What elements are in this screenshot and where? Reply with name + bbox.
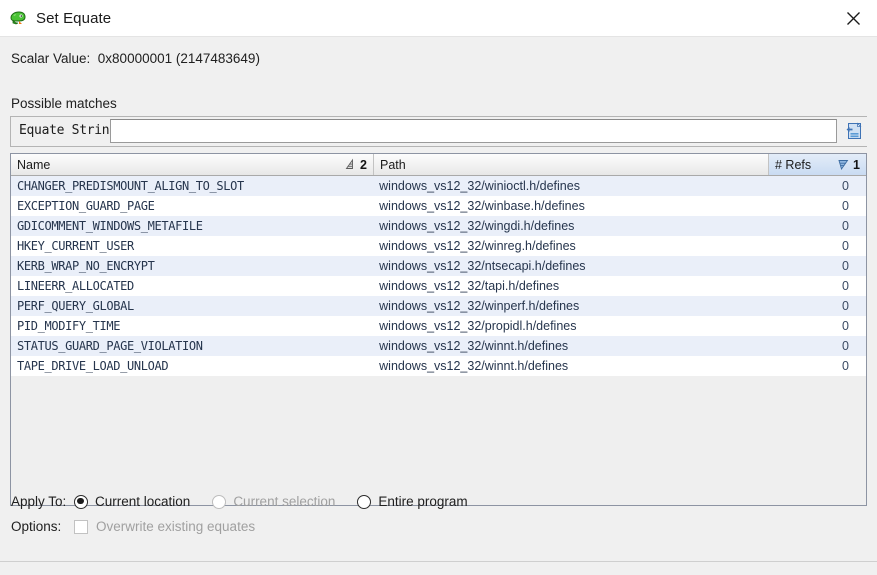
cell-path: windows_vs12_32/winperf.h/defines <box>373 296 767 316</box>
cell-path: windows_vs12_32/winnt.h/defines <box>373 336 767 356</box>
sort-order-number-name: 2 <box>360 158 367 172</box>
checkbox-overwrite-mark <box>74 520 88 534</box>
apply-to-row: Apply To: Current location Current selec… <box>11 494 490 509</box>
cell-name: CHANGER_PREDISMOUNT_ALIGN_TO_SLOT <box>11 176 373 196</box>
column-sort-indicator-name: 2 <box>344 154 367 175</box>
column-header-name-label: Name <box>17 158 50 172</box>
cell-name: STATUS_GUARD_PAGE_VIOLATION <box>11 336 373 356</box>
cell-name: HKEY_CURRENT_USER <box>11 236 373 256</box>
possible-matches-table[interactable]: Name 2 Path # Refs <box>10 153 867 506</box>
cell-path: windows_vs12_32/winreg.h/defines <box>373 236 767 256</box>
apply-to-label: Apply To: <box>11 494 74 509</box>
cell-name: LINEERR_ALLOCATED <box>11 276 373 296</box>
cell-refs: 0 <box>767 256 866 276</box>
checkbox-overwrite-label: Overwrite existing equates <box>96 519 255 534</box>
footer-button-bar <box>0 562 877 575</box>
table-body: CHANGER_PREDISMOUNT_ALIGN_TO_SLOTwindows… <box>11 176 866 376</box>
cell-name: EXCEPTION_GUARD_PAGE <box>11 196 373 216</box>
equate-string-label: Equate String: <box>19 123 124 138</box>
table-row[interactable]: CHANGER_PREDISMOUNT_ALIGN_TO_SLOTwindows… <box>11 176 866 196</box>
cell-refs: 0 <box>767 296 866 316</box>
cell-path: windows_vs12_32/propidl.h/defines <box>373 316 767 336</box>
close-icon <box>846 11 861 26</box>
radio-current-location-label: Current location <box>95 494 190 509</box>
column-header-refs[interactable]: # Refs 1 <box>769 154 866 175</box>
column-header-path-label: Path <box>380 158 406 172</box>
cell-path: windows_vs12_32/ntsecapi.h/defines <box>373 256 767 276</box>
radio-entire-program[interactable]: Entire program <box>357 494 467 509</box>
table-row[interactable]: TAPE_DRIVE_LOAD_UNLOADwindows_vs12_32/wi… <box>11 356 866 376</box>
table-row[interactable]: PERF_QUERY_GLOBALwindows_vs12_32/winperf… <box>11 296 866 316</box>
possible-matches-label: Possible matches <box>11 96 117 111</box>
column-header-refs-label: # Refs <box>775 158 811 172</box>
cell-name: GDICOMMENT_WINDOWS_METAFILE <box>11 216 373 236</box>
cell-refs: 0 <box>767 216 866 236</box>
cell-refs: 0 <box>767 336 866 356</box>
dialog-content: Scalar Value: 0x80000001 (2147483649) Po… <box>0 36 877 575</box>
cell-refs: 0 <box>767 196 866 216</box>
ghidra-dragon-icon <box>9 9 27 27</box>
cell-path: windows_vs12_32/winbase.h/defines <box>373 196 767 216</box>
cell-path: windows_vs12_32/winioctl.h/defines <box>373 176 767 196</box>
radio-current-location[interactable]: Current location <box>74 494 190 509</box>
cell-path: windows_vs12_32/wingdi.h/defines <box>373 216 767 236</box>
close-button[interactable] <box>830 0 877 36</box>
equate-string-input[interactable] <box>110 119 837 143</box>
radio-current-location-mark <box>74 495 88 509</box>
table-row[interactable]: GDICOMMENT_WINDOWS_METAFILEwindows_vs12_… <box>11 216 866 236</box>
column-header-name[interactable]: Name 2 <box>11 154 374 175</box>
options-label: Options: <box>11 519 74 534</box>
cell-path: windows_vs12_32/winnt.h/defines <box>373 356 767 376</box>
radio-entire-program-mark <box>357 495 371 509</box>
set-equate-dialog: Set Equate Scalar Value: 0x80000001 (214… <box>0 0 877 575</box>
radio-entire-program-label: Entire program <box>378 494 467 509</box>
cell-name: PERF_QUERY_GLOBAL <box>11 296 373 316</box>
checkbox-overwrite-existing-equates: Overwrite existing equates <box>74 519 255 534</box>
table-empty-area <box>11 376 866 506</box>
sort-ascending-icon <box>344 158 357 171</box>
cell-refs: 0 <box>767 276 866 296</box>
sort-order-number-refs: 1 <box>853 158 860 172</box>
sort-descending-icon <box>837 158 850 171</box>
table-row[interactable]: LINEERR_ALLOCATEDwindows_vs12_32/tapi.h/… <box>11 276 866 296</box>
cell-refs: 0 <box>767 236 866 256</box>
table-row[interactable]: KERB_WRAP_NO_ENCRYPTwindows_vs12_32/ntse… <box>11 256 866 276</box>
title-bar: Set Equate <box>0 0 877 36</box>
table-row[interactable]: HKEY_CURRENT_USERwindows_vs12_32/winreg.… <box>11 236 866 256</box>
radio-current-selection-label: Current selection <box>233 494 335 509</box>
cell-refs: 0 <box>767 316 866 336</box>
table-row[interactable]: PID_MODIFY_TIMEwindows_vs12_32/propidl.h… <box>11 316 866 336</box>
table-row[interactable]: EXCEPTION_GUARD_PAGEwindows_vs12_32/winb… <box>11 196 866 216</box>
table-header-row: Name 2 Path # Refs <box>11 154 866 176</box>
column-header-path[interactable]: Path <box>374 154 769 175</box>
scalar-value-text: Scalar Value: 0x80000001 (2147483649) <box>11 51 260 66</box>
cell-refs: 0 <box>767 176 866 196</box>
cell-name: TAPE_DRIVE_LOAD_UNLOAD <box>11 356 373 376</box>
cell-path: windows_vs12_32/tapi.h/defines <box>373 276 767 296</box>
cell-name: PID_MODIFY_TIME <box>11 316 373 336</box>
cell-refs: 0 <box>767 356 866 376</box>
options-row: Options: Overwrite existing equates <box>11 519 255 534</box>
cell-name: KERB_WRAP_NO_ENCRYPT <box>11 256 373 276</box>
radio-current-selection: Current selection <box>212 494 335 509</box>
table-row[interactable]: STATUS_GUARD_PAGE_VIOLATIONwindows_vs12_… <box>11 336 866 356</box>
new-equate-document-icon[interactable] <box>843 119 867 143</box>
column-sort-indicator-refs: 1 <box>837 154 860 175</box>
window-title: Set Equate <box>36 10 111 27</box>
radio-current-selection-mark <box>212 495 226 509</box>
